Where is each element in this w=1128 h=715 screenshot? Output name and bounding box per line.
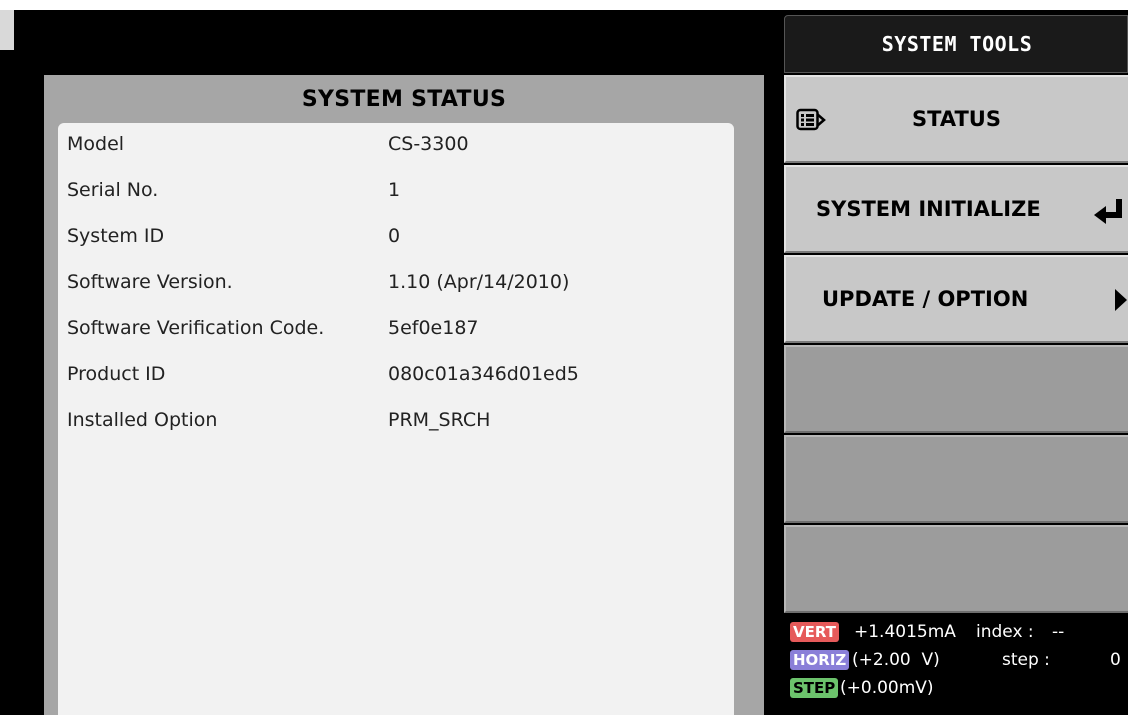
system-initialize-label: SYSTEM INITIALIZE	[816, 197, 1041, 221]
list-icon	[796, 108, 826, 131]
measurement-readout: VERT +1.4015mA index : -- HORIZ (+2.00 V…	[784, 614, 1128, 715]
system-initialize-button[interactable]: SYSTEM INITIALIZE	[784, 165, 1128, 253]
step-label: step :	[1002, 650, 1050, 670]
status-row-software-version: Software Version. 1.10 (Apr/14/2010)	[58, 271, 734, 301]
play-arrow-icon	[1115, 289, 1127, 311]
top-strip	[0, 0, 1128, 10]
row-value: 0	[388, 225, 401, 247]
row-label: Software Version.	[67, 271, 233, 293]
empty-softkey-3[interactable]	[784, 525, 1128, 613]
row-value: PRM_SRCH	[388, 409, 491, 431]
status-button[interactable]: STATUS	[784, 75, 1128, 163]
tools-title: SYSTEM TOOLS	[881, 32, 1033, 56]
update-option-button[interactable]: UPDATE / OPTION	[784, 255, 1128, 343]
status-row-model: Model CS-3300	[58, 133, 734, 163]
update-option-label: UPDATE / OPTION	[822, 287, 1029, 311]
row-label: Software Verification Code.	[67, 317, 325, 339]
row-value: CS-3300	[388, 133, 469, 155]
index-label: index :	[976, 622, 1034, 642]
status-row-installed-option: Installed Option PRM_SRCH	[58, 409, 734, 439]
row-label: Serial No.	[67, 179, 159, 201]
system-status-panel: SYSTEM STATUS Model CS-3300 Serial No. 1…	[44, 75, 764, 715]
system-tools-panel: SYSTEM TOOLS STATUS SYSTEM INITIALIZE UP…	[784, 15, 1128, 715]
enter-arrow-icon	[1094, 199, 1122, 224]
row-label: Model	[67, 133, 125, 155]
horiz-value: (+2.00 V)	[852, 650, 940, 670]
vert-value: +1.4015mA	[854, 622, 956, 642]
status-row-verification-code: Software Verification Code. 5ef0e187	[58, 317, 734, 347]
status-button-label: STATUS	[912, 107, 1001, 131]
row-value: 1	[388, 179, 401, 201]
index-value: --	[1052, 622, 1065, 642]
status-panel-title: SYSTEM STATUS	[301, 87, 507, 112]
empty-softkey-1[interactable]	[784, 345, 1128, 433]
empty-softkey-2[interactable]	[784, 435, 1128, 523]
status-row-serial: Serial No. 1	[58, 179, 734, 209]
row-label: Installed Option	[67, 409, 218, 431]
step-readout: STEP (+0.00mV)	[790, 676, 1128, 702]
row-label: System ID	[67, 225, 165, 247]
status-info-box: Model CS-3300 Serial No. 1 System ID 0 S…	[58, 123, 734, 715]
step-value: 0	[1110, 650, 1121, 670]
row-value: 080c01a346d01ed5	[388, 363, 579, 385]
horiz-tag: HORIZ	[790, 650, 850, 670]
horiz-readout: HORIZ (+2.00 V) step : 0	[790, 648, 1128, 674]
row-value: 1.10 (Apr/14/2010)	[388, 271, 570, 293]
step-tag-value: (+0.00mV)	[840, 678, 934, 698]
vert-readout: VERT +1.4015mA index : --	[790, 620, 1128, 646]
vert-tag: VERT	[790, 622, 839, 642]
status-row-system-id: System ID 0	[58, 225, 734, 255]
step-tag: STEP	[790, 678, 839, 698]
row-value: 5ef0e187	[388, 317, 479, 339]
corner-chip	[0, 10, 14, 50]
tools-header: SYSTEM TOOLS	[784, 15, 1128, 73]
status-row-product-id: Product ID 080c01a346d01ed5	[58, 363, 734, 393]
row-label: Product ID	[67, 363, 166, 385]
